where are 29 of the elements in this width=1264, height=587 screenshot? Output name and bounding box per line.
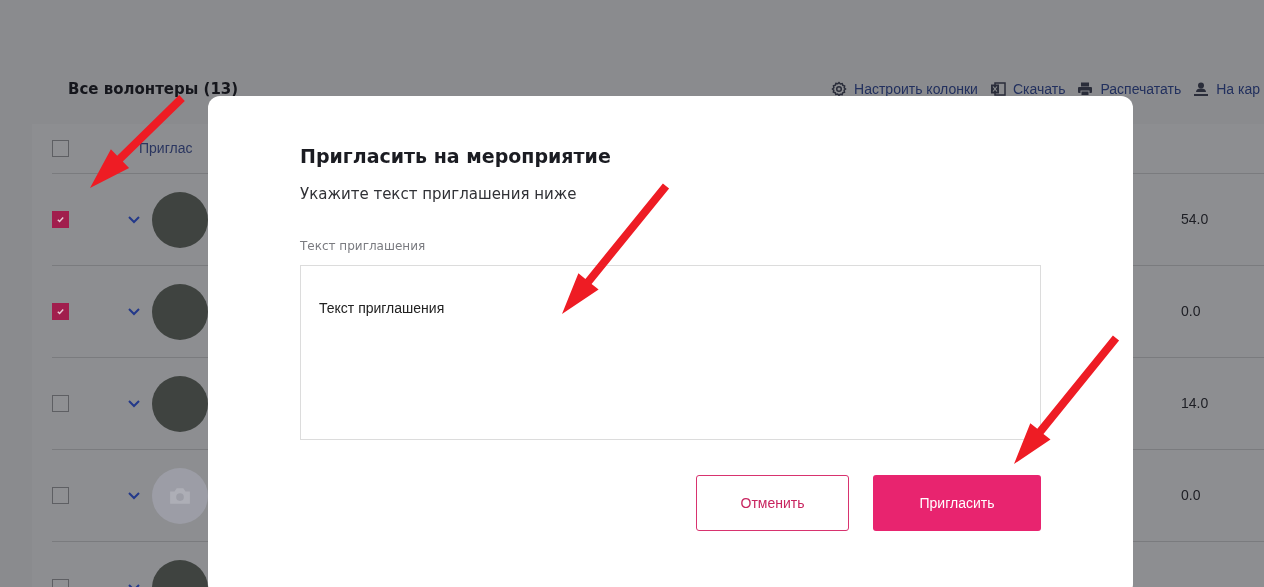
table-cell-text: 0.0 xyxy=(1181,486,1202,505)
checkbox[interactable] xyxy=(52,140,69,157)
invite-button[interactable]: Пригласить xyxy=(873,475,1041,531)
field-label: Текст приглашения xyxy=(300,238,427,255)
dialog-subtitle: Укажите текст приглашения ниже xyxy=(300,183,578,205)
chevron-down-icon[interactable] xyxy=(128,399,140,408)
table-cell-text: 54.0 xyxy=(1181,210,1210,229)
checkbox[interactable] xyxy=(52,487,69,504)
table-cell-text: 0.0 xyxy=(1181,302,1202,321)
checkbox[interactable] xyxy=(52,303,69,320)
chevron-down-icon[interactable] xyxy=(128,215,140,224)
checkbox[interactable] xyxy=(52,395,69,412)
checkbox[interactable] xyxy=(52,211,69,228)
chevron-down-icon[interactable] xyxy=(128,491,140,500)
column-header[interactable]: Приглас xyxy=(139,138,193,159)
toolbar-action[interactable]: Настроить колонки xyxy=(831,78,978,100)
checkmark-icon xyxy=(56,307,65,316)
table-cell-text: 14.0 xyxy=(1181,394,1210,413)
printer-icon xyxy=(1077,81,1094,97)
toolbar-action[interactable]: На кар xyxy=(1193,78,1260,100)
spreadsheet-icon xyxy=(989,81,1006,97)
chevron-down-icon[interactable] xyxy=(128,307,140,316)
checkmark-icon xyxy=(56,215,65,224)
invitation-text-field[interactable]: Текст приглашения xyxy=(300,265,1041,440)
page-title: Все волонтеры (13) xyxy=(68,78,239,100)
person-pin-icon xyxy=(1193,81,1210,97)
cancel-button[interactable]: Отменить xyxy=(696,475,849,531)
settings-icon xyxy=(831,81,848,97)
dialog-title: Пригласить на мероприятие xyxy=(300,144,612,169)
